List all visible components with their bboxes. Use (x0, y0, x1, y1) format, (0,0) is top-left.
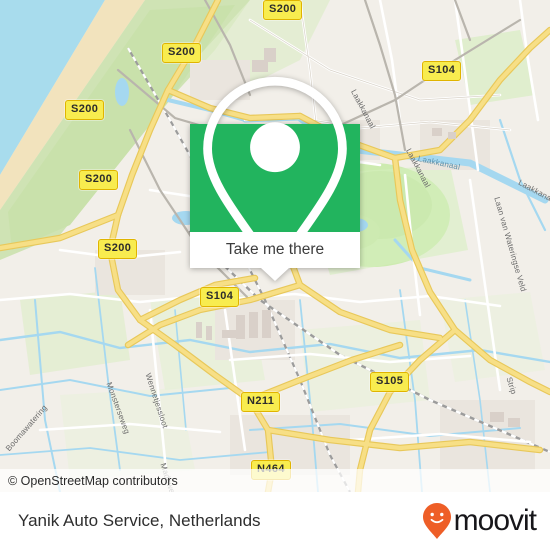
footer-bar: Yanik Auto Service, Netherlands moovit (0, 492, 550, 550)
road-shield-s200-2: S200 (79, 170, 119, 190)
moovit-wordmark: moovit (453, 504, 537, 537)
map-attribution: © OpenStreetMap contributors (0, 469, 550, 492)
map-pin-icon (203, 76, 347, 281)
callout-header (190, 76, 360, 281)
callout-tail (261, 268, 289, 281)
location-callout-card[interactable]: Take me there (190, 76, 360, 281)
callout-action-label: Take me there (225, 241, 325, 258)
map-screenshot: Laakkanaal Laakkanaal Laakkanaal Laakkanaal… (0, 0, 550, 550)
attribution-text: © OpenStreetMap contributors (8, 473, 178, 488)
map-canvas[interactable]: Laakkanaal Laakkanaal Laakkanaal Laakkanaal… (0, 0, 550, 492)
moovit-logo[interactable]: moovit (422, 502, 537, 540)
road-shield-s104-5: S104 (422, 61, 462, 81)
place-name: Yanik Auto Service, Netherlands (18, 511, 261, 530)
moovit-smiley-pin-icon (422, 503, 451, 539)
road-shield-s105-8: S105 (370, 372, 410, 392)
road-shield-s200-1: S200 (65, 100, 105, 120)
road-shield-s200-3: S200 (98, 239, 138, 259)
